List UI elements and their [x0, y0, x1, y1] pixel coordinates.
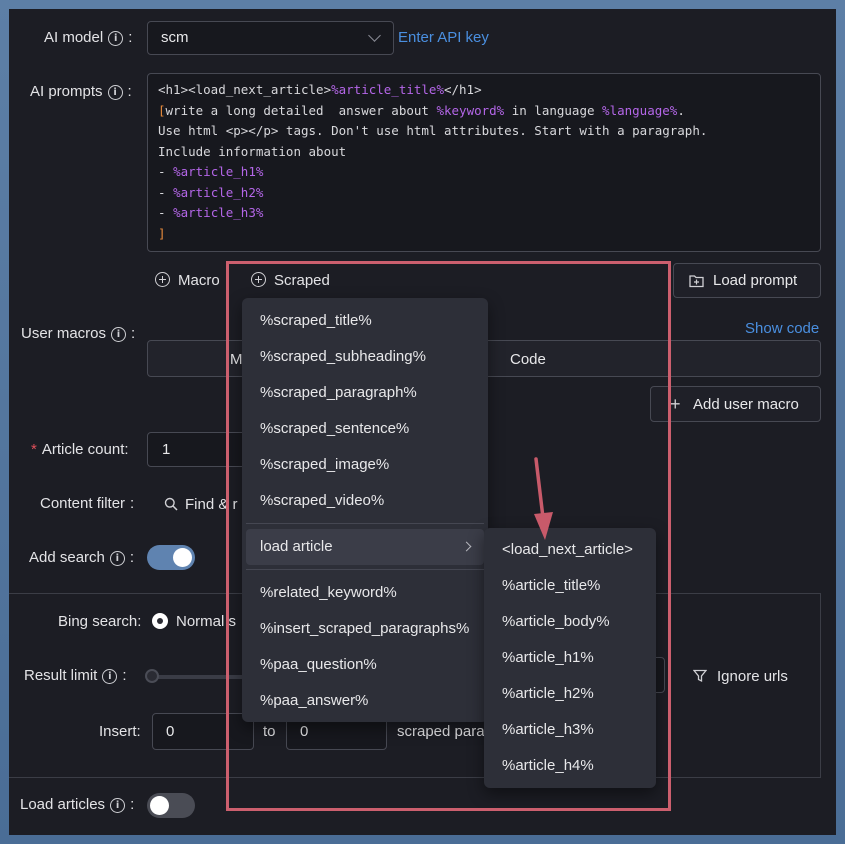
load-prompt-button[interactable]: Load prompt — [673, 263, 821, 298]
scraped-paragraphs-label: scraped para — [397, 723, 485, 740]
annotation-arrow-icon — [534, 457, 553, 540]
menu-item-insert-scraped-paragraphs[interactable]: %insert_scraped_paragraphs% — [242, 611, 488, 647]
menu-item-scraped-subheading[interactable]: %scraped_subheading% — [242, 339, 488, 375]
ai-prompt-editor[interactable]: <h1><load_next_article>%article_title%</… — [147, 73, 821, 252]
to-label: to — [263, 723, 276, 740]
submenu-item-article-h4[interactable]: %article_h4% — [484, 748, 656, 784]
submenu-item-load-next-article[interactable]: <load_next_article> — [484, 532, 656, 568]
plus-circle-icon — [155, 272, 170, 287]
submenu-item-article-h3[interactable]: %article_h3% — [484, 712, 656, 748]
load-article-submenu: <load_next_article> %article_title% %art… — [484, 528, 656, 788]
add-search-label: Add search i: — [29, 549, 135, 566]
bing-search-label: Bing search: — [58, 613, 142, 630]
submenu-item-article-title[interactable]: %article_title% — [484, 568, 656, 604]
submenu-item-article-h2[interactable]: %article_h2% — [484, 676, 656, 712]
menu-item-scraped-video[interactable]: %scraped_video% — [242, 483, 488, 519]
menu-item-paa-answer[interactable]: %paa_answer% — [242, 683, 488, 719]
settings-panel: AI model i: scm Enter API key AI prompts i… — [9, 9, 836, 835]
article-count-input[interactable]: 1 — [147, 432, 247, 467]
menu-item-related-keyword[interactable]: %related_keyword% — [242, 575, 488, 611]
load-articles-toggle[interactable] — [147, 793, 195, 818]
ignore-urls-button[interactable]: Ignore urls — [692, 668, 788, 685]
result-limit-slider[interactable] — [145, 669, 251, 683]
user-macros-label: User macros i: — [21, 325, 136, 342]
bing-normal-radio[interactable]: Normal s — [152, 613, 236, 630]
info-icon[interactable]: i — [108, 31, 124, 46]
col-code: Code — [510, 351, 546, 368]
plus-circle-icon — [251, 272, 266, 287]
info-icon[interactable]: i — [102, 669, 118, 684]
ai-prompts-label: AI prompts i: — [30, 83, 132, 100]
load-articles-label: Load articles i: — [20, 796, 135, 813]
ai-model-select[interactable]: scm — [147, 21, 394, 55]
submenu-item-article-h1[interactable]: %article_h1% — [484, 640, 656, 676]
submenu-item-article-body[interactable]: %article_body% — [484, 604, 656, 640]
show-code-link[interactable]: Show code — [745, 320, 819, 337]
col-macro: M — [230, 351, 243, 368]
folder-icon — [689, 275, 704, 288]
filter-icon — [692, 669, 708, 683]
menu-item-scraped-image[interactable]: %scraped_image% — [242, 447, 488, 483]
search-icon — [164, 497, 178, 511]
menu-item-load-article[interactable]: load article — [246, 529, 484, 565]
ai-model-label: AI model i: — [44, 29, 133, 46]
scraped-button[interactable]: Scraped — [251, 272, 330, 289]
add-user-macro-button[interactable]: + Add user macro — [650, 386, 821, 422]
info-icon[interactable]: i — [109, 551, 125, 566]
insert-label: Insert: — [99, 723, 141, 740]
insert-from-input[interactable]: 0 — [152, 713, 254, 750]
info-icon[interactable]: i — [110, 798, 126, 813]
enter-api-key-link[interactable]: Enter API key — [398, 29, 489, 46]
info-icon[interactable]: i — [107, 85, 123, 100]
menu-divider — [246, 569, 484, 570]
menu-item-scraped-paragraph[interactable]: %scraped_paragraph% — [242, 375, 488, 411]
article-count-label: * Article count: — [31, 441, 129, 458]
menu-item-paa-question[interactable]: %paa_question% — [242, 647, 488, 683]
macro-button[interactable]: Macro — [155, 272, 220, 289]
menu-divider — [246, 523, 484, 524]
radio-selected-icon — [152, 613, 168, 629]
content-filter-label: Content filter: — [40, 495, 135, 512]
result-limit-label: Result limit i: — [24, 667, 127, 684]
chevron-down-icon — [368, 29, 381, 42]
chevron-right-icon — [461, 541, 472, 552]
add-search-toggle[interactable] — [147, 545, 195, 570]
info-icon[interactable]: i — [111, 327, 127, 342]
slider-handle[interactable] — [145, 669, 159, 683]
plus-icon: + — [670, 394, 681, 414]
find-replace-button[interactable]: Find & r — [164, 496, 238, 513]
scraped-dropdown-menu: %scraped_title% %scraped_subheading% %sc… — [242, 298, 488, 722]
menu-item-scraped-sentence[interactable]: %scraped_sentence% — [242, 411, 488, 447]
menu-item-scraped-title[interactable]: %scraped_title% — [242, 303, 488, 339]
